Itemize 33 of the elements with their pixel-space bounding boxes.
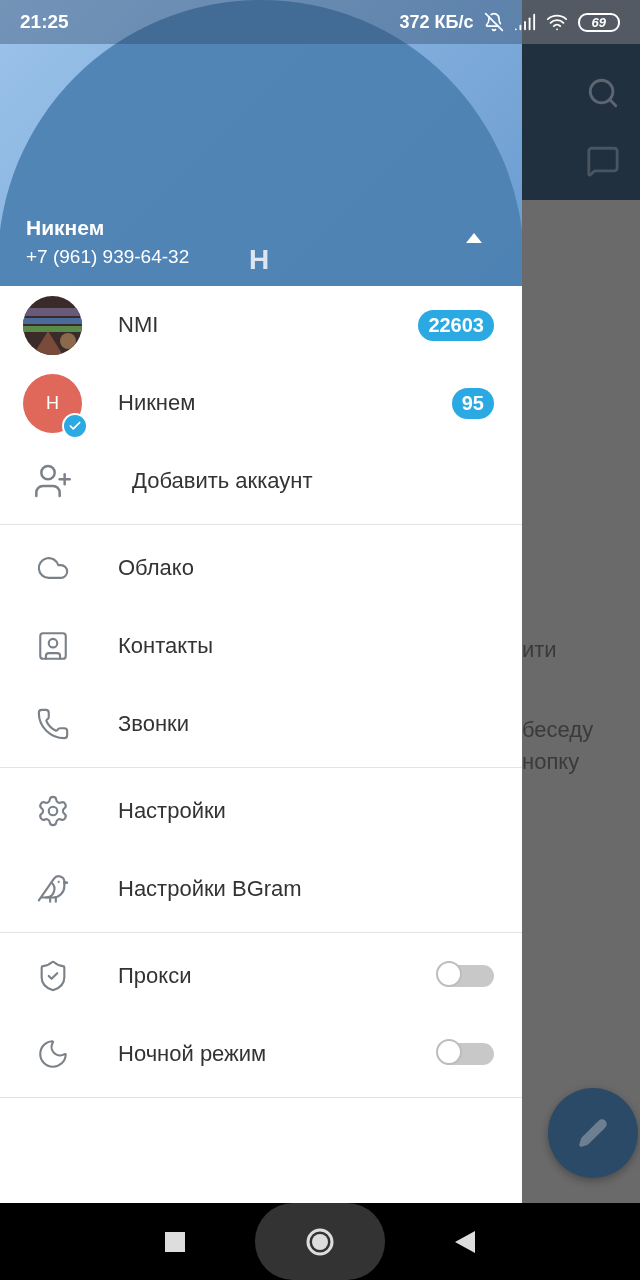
menu-item[interactable]: Ночной режим bbox=[0, 1015, 522, 1093]
account-name: NMI bbox=[118, 312, 160, 338]
new-message-icon[interactable] bbox=[586, 144, 620, 178]
mute-icon bbox=[483, 12, 504, 32]
account-item[interactable]: NMI 22603 bbox=[0, 286, 522, 364]
unread-count: 22603 bbox=[418, 309, 494, 341]
search-icon[interactable] bbox=[586, 76, 620, 110]
clock: 21:25 bbox=[20, 11, 69, 33]
signal-icon bbox=[513, 11, 536, 33]
menu-item[interactable]: Настройки bbox=[0, 772, 522, 850]
network-speed: 372 КБ/с bbox=[399, 11, 474, 33]
back-icon[interactable] bbox=[455, 1230, 475, 1253]
menu-item[interactable]: Звонки bbox=[0, 685, 522, 763]
circle-icon bbox=[305, 1226, 335, 1257]
square-icon[interactable] bbox=[165, 1231, 185, 1252]
avatar-letter: Н bbox=[46, 392, 59, 414]
pencil-icon bbox=[578, 1118, 608, 1148]
menu-item[interactable]: Настройки BGram bbox=[0, 850, 522, 928]
battery-level: 69 bbox=[577, 12, 620, 32]
menu-item[interactable]: Прокси bbox=[0, 937, 522, 1015]
account-item[interactable]: Н Никнем 95 bbox=[0, 364, 522, 442]
avatar-letter: Н bbox=[249, 244, 270, 276]
phone-number: +7 (961) 939-64-32 bbox=[26, 246, 190, 268]
menu-item[interactable]: Добавить аккаунт bbox=[0, 442, 522, 520]
compose-button[interactable] bbox=[548, 1088, 638, 1178]
caret-icon[interactable] bbox=[466, 233, 482, 243]
account-name: Никнем bbox=[26, 216, 106, 240]
account-name: Никнем bbox=[118, 390, 197, 416]
phone-icon bbox=[35, 707, 70, 741]
unread-count: 95 bbox=[451, 387, 494, 419]
menu-item[interactable]: Контакты bbox=[0, 607, 522, 685]
menu-item[interactable]: Облако bbox=[0, 529, 522, 607]
bird-icon bbox=[35, 872, 70, 906]
